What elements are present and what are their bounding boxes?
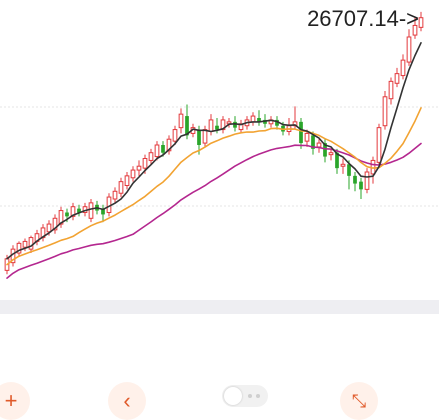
candle-down — [215, 125, 219, 130]
candle-up — [118, 181, 124, 194]
candle-down — [197, 129, 201, 145]
candle-up — [208, 119, 214, 133]
candle-up — [88, 202, 94, 219]
candles-group — [4, 11, 424, 275]
candle-down — [353, 175, 357, 184]
candle-up — [406, 36, 412, 63]
candle-up — [46, 223, 52, 233]
candle-up — [22, 240, 28, 248]
candle-down — [161, 145, 165, 153]
candle-up — [148, 152, 154, 161]
candle-up — [178, 113, 184, 129]
candle-down — [347, 164, 351, 176]
candle-up — [328, 152, 334, 156]
mode-toggle[interactable] — [222, 385, 268, 407]
previous-button[interactable]: ‹ — [108, 382, 146, 420]
candle-up — [124, 175, 130, 187]
candle-up — [376, 127, 382, 163]
candle-up — [388, 80, 394, 100]
candle-up — [202, 129, 208, 144]
fullscreen-button[interactable]: ⤡ — [340, 382, 378, 420]
candle-up — [382, 96, 388, 127]
candle-up — [130, 169, 136, 179]
plus-icon: + — [4, 388, 18, 413]
toggle-dot — [248, 394, 252, 398]
candle-down — [359, 181, 363, 190]
candle-up — [316, 142, 322, 148]
candle-up — [250, 115, 256, 123]
candle-up — [112, 190, 118, 200]
ma-long-line — [6, 142, 422, 279]
candle-up — [154, 144, 160, 158]
candle-up — [418, 17, 424, 28]
candle-up — [400, 59, 406, 77]
latest-price-label: 26707.14-> — [307, 6, 419, 31]
candle-down — [299, 121, 303, 144]
toggle-dot — [256, 394, 260, 398]
candle-up — [142, 158, 148, 169]
ma-short-line — [6, 42, 422, 260]
candle-up — [304, 132, 310, 142]
candle-up — [340, 163, 346, 167]
kline-chart-svg — [0, 11, 439, 279]
expand-icon: ⤡ — [351, 390, 367, 411]
candle-down — [65, 212, 69, 217]
candle-up — [172, 129, 178, 142]
kline-chart[interactable]: 26707.14-> — [0, 0, 439, 300]
toggle-knob — [224, 387, 242, 405]
candle-up — [394, 73, 400, 84]
chart-divider-band — [0, 300, 439, 314]
candle-up — [364, 171, 370, 190]
chevron-left-icon: ‹ — [123, 388, 131, 413]
candle-up — [136, 165, 142, 171]
candle-up — [28, 237, 34, 250]
